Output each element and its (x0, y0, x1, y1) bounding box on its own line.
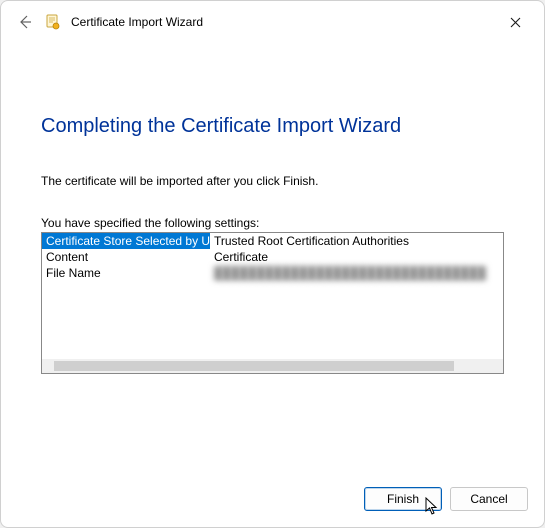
finish-button[interactable]: Finish (364, 487, 442, 511)
certificate-icon (45, 14, 61, 30)
window-title: Certificate Import Wizard (71, 15, 203, 29)
content-area: Completing the Certificate Import Wizard… (1, 43, 544, 481)
setting-key: Certificate Store Selected by User (42, 233, 210, 249)
scrollbar-thumb[interactable] (54, 361, 454, 371)
settings-label: You have specified the following setting… (41, 216, 504, 230)
close-icon (510, 17, 521, 28)
settings-table: Certificate Store Selected by User Trust… (41, 232, 504, 374)
arrow-left-icon (17, 14, 33, 30)
setting-value: Certificate (210, 249, 503, 265)
back-button[interactable] (15, 12, 35, 32)
horizontal-scrollbar[interactable] (42, 359, 503, 373)
page-heading: Completing the Certificate Import Wizard (41, 115, 504, 138)
description-text: The certificate will be imported after y… (41, 174, 504, 188)
titlebar: Certificate Import Wizard (1, 1, 544, 43)
table-row[interactable]: File Name ██████████████████████████████… (42, 265, 503, 281)
setting-key: File Name (42, 265, 210, 281)
button-row: Finish Cancel (1, 481, 544, 527)
setting-value-redacted: ████████████████████████████████ (210, 265, 503, 281)
table-row[interactable]: Certificate Store Selected by User Trust… (42, 233, 503, 249)
wizard-window: Certificate Import Wizard Completing the… (0, 0, 545, 528)
table-row[interactable]: Content Certificate (42, 249, 503, 265)
close-button[interactable] (500, 7, 530, 37)
cancel-button[interactable]: Cancel (450, 487, 528, 511)
setting-key: Content (42, 249, 210, 265)
setting-value: Trusted Root Certification Authorities (210, 233, 503, 249)
